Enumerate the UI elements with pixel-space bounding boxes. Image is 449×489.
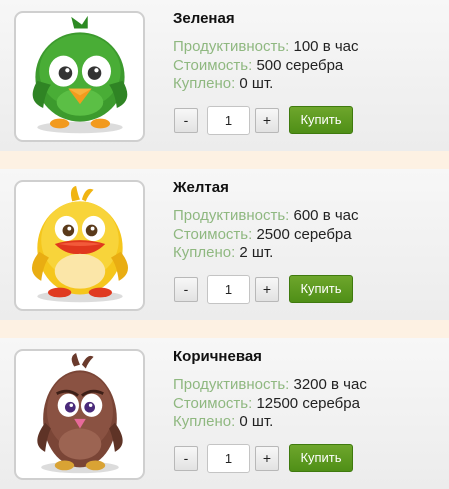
decrease-quantity-button[interactable]: - (174, 108, 198, 133)
productivity-label: Продуктивность: (173, 207, 290, 224)
bought-row: Куплено: 0 шт. (173, 413, 273, 430)
bought-label: Куплено: (173, 75, 236, 92)
productivity-row: Продуктивность: 600 в час (173, 207, 359, 224)
productivity-value: 3200 в час (293, 376, 367, 393)
cost-row: Стоимость: 12500 серебра (173, 395, 360, 412)
product-image-frame (14, 349, 145, 480)
decrease-quantity-button[interactable]: - (174, 277, 198, 302)
increase-quantity-button[interactable]: + (255, 446, 279, 471)
bought-value: 0 шт. (239, 413, 274, 430)
product-card-yellow: Желтая Продуктивность: 600 в час Стоимос… (0, 169, 449, 320)
productivity-label: Продуктивность: (173, 376, 290, 393)
bought-value: 2 шт. (239, 244, 274, 261)
cost-label: Стоимость: (173, 57, 253, 74)
cost-value: 2500 серебра (256, 226, 352, 243)
bought-row: Куплено: 0 шт. (173, 75, 273, 92)
green-bird-icon (32, 15, 128, 134)
cost-row: Стоимость: 2500 серебра (173, 226, 352, 243)
increase-quantity-button[interactable]: + (255, 277, 279, 302)
brown-bird-icon (37, 352, 123, 474)
product-card-brown: Коричневая Продуктивность: 3200 в час Ст… (0, 338, 449, 489)
bought-value: 0 шт. (239, 75, 274, 92)
bought-label: Куплено: (173, 244, 236, 261)
productivity-row: Продуктивность: 100 в час (173, 38, 359, 55)
cost-value: 12500 серебра (256, 395, 360, 412)
decrease-quantity-button[interactable]: - (174, 446, 198, 471)
bought-label: Куплено: (173, 413, 236, 430)
product-card-green: Зеленая Продуктивность: 100 в час Стоимо… (0, 0, 449, 151)
cost-value: 500 серебра (256, 57, 344, 74)
productivity-row: Продуктивность: 3200 в час (173, 376, 367, 393)
yellow-bird-icon (31, 185, 129, 303)
buy-button[interactable]: Купить (289, 275, 353, 303)
buy-button[interactable]: Купить (289, 444, 353, 472)
product-title: Желтая (173, 179, 229, 196)
increase-quantity-button[interactable]: + (255, 108, 279, 133)
cost-row: Стоимость: 500 серебра (173, 57, 343, 74)
quantity-input[interactable] (207, 106, 250, 135)
bought-row: Куплено: 2 шт. (173, 244, 273, 261)
cost-label: Стоимость: (173, 226, 253, 243)
product-title: Зеленая (173, 10, 235, 27)
product-image-frame (14, 11, 145, 142)
productivity-label: Продуктивность: (173, 38, 290, 55)
productivity-value: 600 в час (293, 207, 359, 224)
product-image-frame (14, 180, 145, 311)
buy-button[interactable]: Купить (289, 106, 353, 134)
quantity-input[interactable] (207, 275, 250, 304)
cost-label: Стоимость: (173, 395, 253, 412)
product-title: Коричневая (173, 348, 262, 365)
quantity-input[interactable] (207, 444, 250, 473)
productivity-value: 100 в час (293, 38, 359, 55)
